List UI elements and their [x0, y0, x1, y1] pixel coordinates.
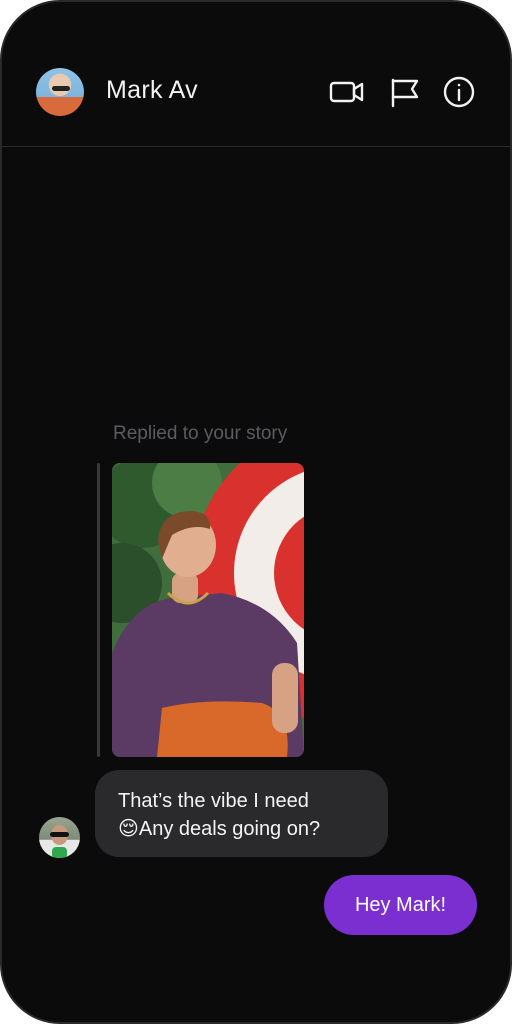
incoming-message-line2-row: 😌Any deals going on?: [118, 815, 368, 843]
flag-icon[interactable]: [388, 74, 424, 110]
chat-header: Mark Av: [2, 2, 510, 147]
outgoing-message-bubble[interactable]: Hey Mark!: [324, 875, 477, 935]
story-thumbnail[interactable]: [112, 463, 304, 757]
incoming-message-line1: That’s the vibe I need: [118, 790, 309, 812]
avatar-glasses: [52, 86, 70, 91]
reply-indicator-bar: [97, 463, 100, 757]
sender-avatar[interactable]: [39, 817, 80, 858]
relieved-face-emoji: 😌: [118, 818, 139, 840]
avatar-collar: [52, 847, 67, 858]
contact-name[interactable]: Mark Av: [106, 76, 198, 105]
incoming-message-line2: Any deals going on?: [138, 818, 321, 840]
avatar-glasses: [50, 832, 69, 837]
info-icon[interactable]: [441, 74, 477, 110]
phone-frame: Mark Av Replied to your story That’s the…: [0, 0, 512, 1024]
contact-avatar[interactable]: [36, 68, 84, 116]
incoming-message-bubble[interactable]: That’s the vibe I need 😌Any deals going …: [95, 770, 388, 857]
story-image: [112, 463, 304, 757]
video-call-icon[interactable]: [329, 74, 365, 110]
story-reply-label: Replied to your story: [113, 423, 288, 444]
